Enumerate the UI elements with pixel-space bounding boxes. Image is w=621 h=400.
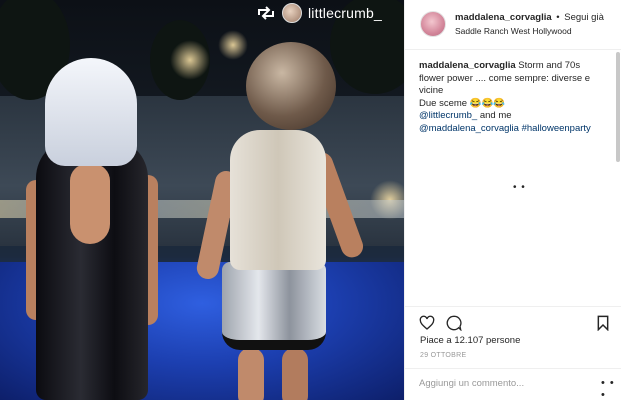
repost-avatar [282, 3, 302, 23]
caption-text: Storm and 70s [515, 60, 581, 71]
comments-scrollbar[interactable] [616, 52, 620, 162]
mention-link[interactable]: @maddalena_corvaglia [419, 123, 519, 134]
comment-icon[interactable] [446, 315, 462, 332]
caption-text: vicine [419, 85, 444, 96]
author-avatar[interactable] [420, 11, 446, 37]
separator-dot: • [556, 12, 560, 23]
post-date: 29 OTTOBRE [420, 352, 467, 359]
heart-icon[interactable] [419, 315, 435, 331]
action-bar [405, 306, 621, 332]
post-header: maddalena_corvaglia • Segui già Saddle R… [405, 0, 621, 50]
repost-icon [256, 6, 276, 20]
post-caption: maddalena_corvaglia Storm and 70s flower… [419, 60, 611, 135]
comment-bar: • • • [405, 368, 621, 400]
caption-text: Due sceme 😂😂😂 [419, 97, 506, 109]
author-line: maddalena_corvaglia • Segui già [455, 12, 604, 23]
more-options-icon[interactable]: • • • [601, 377, 621, 400]
bookmark-icon[interactable] [596, 315, 612, 332]
location-link[interactable]: Saddle Ranch West Hollywood [455, 26, 572, 36]
hashtag-link[interactable]: #halloweenparty [519, 123, 591, 134]
caption-text: and me [477, 110, 512, 121]
caption-username[interactable]: maddalena_corvaglia [419, 60, 516, 71]
post-details-panel: maddalena_corvaglia • Segui già Saddle R… [404, 0, 621, 400]
background-light [218, 30, 248, 60]
caption-text: flower power .... come sempre: diverse e [419, 72, 591, 84]
loading-more-indicator: • • [513, 182, 526, 193]
comment-input[interactable] [419, 378, 589, 389]
following-button[interactable]: Segui già [564, 12, 604, 23]
background-light [170, 40, 210, 80]
post-photo[interactable]: littlecrumb_ [0, 0, 404, 400]
repost-username: littlecrumb_ [308, 5, 382, 21]
repost-badge: littlecrumb_ [256, 2, 382, 24]
likes-count[interactable]: Piace a 12.107 persone [420, 335, 520, 346]
author-username[interactable]: maddalena_corvaglia [455, 12, 552, 23]
mention-link[interactable]: @littlecrumb_ [419, 110, 477, 121]
